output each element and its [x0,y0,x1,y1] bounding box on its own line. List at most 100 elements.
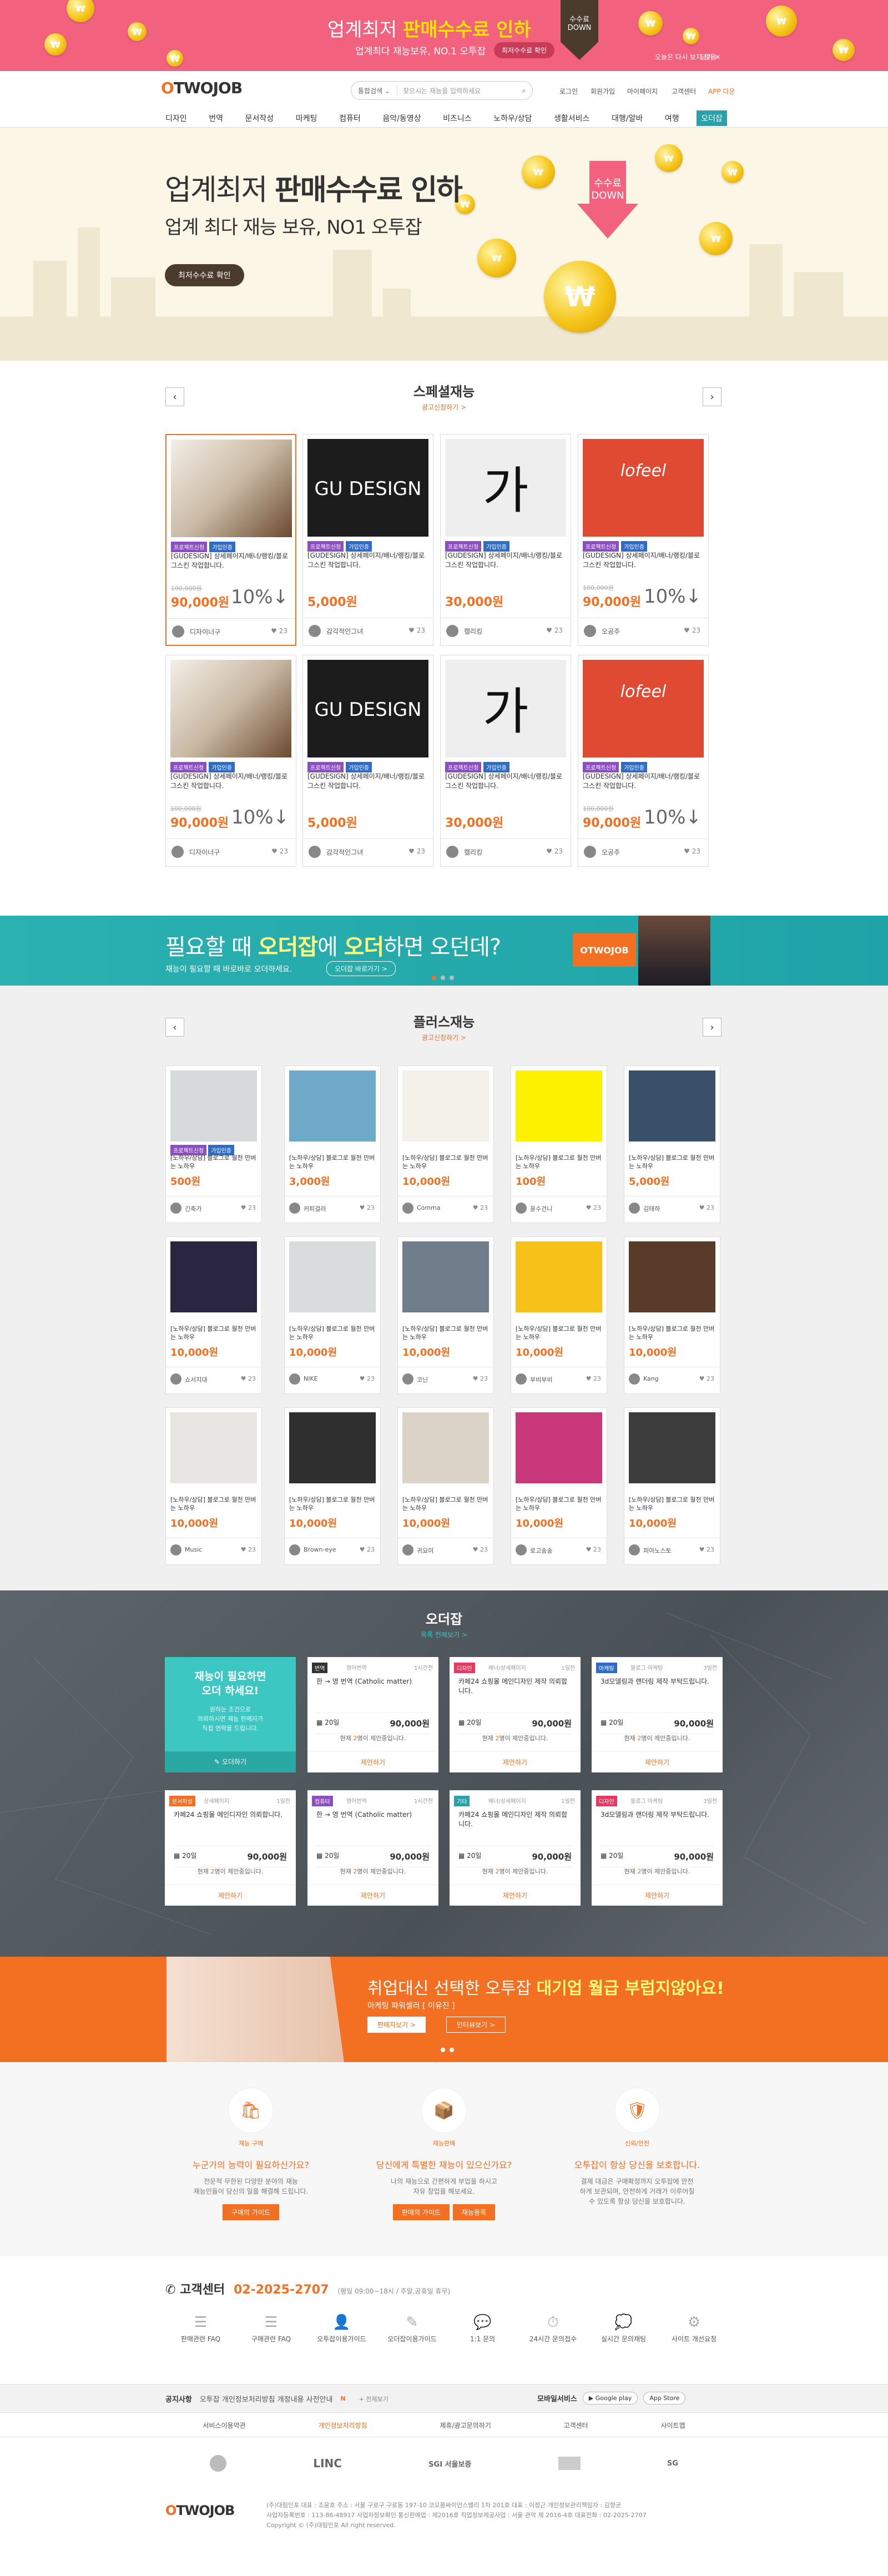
special-card[interactable]: 프로젝트신청 가입인증 [GUDESIGN] 상세페이지/배너/랭킹/블로그스킨 작… [165,434,296,646]
like-count[interactable]: ♥ 23 [360,1375,375,1382]
like-count[interactable]: ♥ 23 [684,847,700,855]
plus-card[interactable]: [노하우/상담] 블로그로 월천 만버는 노하우 3,000원 커피걸러 ♥ 23 [284,1065,381,1223]
heart-icon[interactable]: ♥ [586,1204,593,1211]
heart-icon[interactable]: ♥ [271,627,279,635]
heart-icon[interactable]: ♥ [271,847,280,855]
customer-link[interactable]: 💭 실시간 문의채팅 [588,2314,659,2343]
like-count[interactable]: ♥ 23 [241,1375,256,1382]
heart-icon[interactable]: ♥ [699,1375,707,1382]
special-card[interactable]: 프로젝트신청 가입인증 [GUDESIGN] 상세페이지/배너/랭킹/블로그스킨 작… [165,655,296,867]
order-card[interactable]: 컴퓨터 영어번역 1시간전 한 → 영 번역 (Catholic matter) ▦ 2… [307,1790,438,1906]
plus-card[interactable]: [노하우/상담] 블로그로 월천 만버는 노하우 10,000원 귀요미 ♥ 23 [397,1407,494,1565]
propose-button[interactable]: 제안하기 [450,1751,581,1772]
footer-link[interactable]: 고객센터 [564,2421,588,2430]
chevron-left-icon[interactable]: ‹ [165,387,184,406]
like-count[interactable]: ♥ 23 [360,1546,375,1553]
customer-center-link[interactable]: 고객센터 [672,87,696,96]
order-card[interactable]: 번역 영어번역 1시간전 한 → 영 번역 (Catholic matter) ▦ 20… [307,1657,438,1772]
feature-button[interactable]: 구매의 가이드 [222,2204,280,2220]
pager-dot[interactable] [450,2048,454,2052]
like-count[interactable]: ♥ 23 [473,1204,488,1211]
view-seller-button[interactable]: 판매자보기 > [367,2017,426,2033]
plus-card[interactable]: [노하우/상담] 블로그로 월천 만버는 노하우 10,000원 부비부비 ♥ 23 [511,1236,607,1394]
heart-icon[interactable]: ♥ [473,1204,480,1211]
feature-button[interactable]: 재능등록 [452,2204,496,2220]
customer-link[interactable]: 💬 1:1 문의 [447,2314,518,2343]
heart-icon[interactable]: ♥ [546,627,554,634]
promo-button[interactable]: 오더잡 바로가기 > [326,961,396,976]
login-link[interactable]: 로그인 [559,87,578,96]
like-count[interactable]: ♥ 23 [699,1375,714,1382]
propose-button[interactable]: 제안하기 [450,1885,581,1906]
nav-item[interactable]: 마케팅 [291,110,322,126]
plus-card[interactable]: [노하우/상담] 블로그로 월천 만버는 노하우 10,000원 Music ♥ 23 [165,1407,262,1565]
chevron-left-icon[interactable]: ‹ [165,1018,184,1037]
special-card[interactable]: lofeel 프로젝트신청 가입인증 [GUDESIGN] 상세페이지/배너/랭킹/블… [578,434,709,646]
plus-card[interactable]: [노하우/상담] 블로그로 월천 만버는 노하우 10,000원 코닌 ♥ 23 [397,1236,494,1394]
propose-button[interactable]: 제안하기 [307,1885,438,1906]
customer-link[interactable]: ✎ 오더잡이용가이드 [377,2314,447,2343]
search-category-select[interactable]: 통합검색 ⌄ [351,85,398,95]
heart-icon[interactable]: ♥ [241,1375,248,1382]
plus-card[interactable]: [노하우/상담] 블로그로 월천 만버는 노하우 10,000원 쇼서지대 ♥ 23 [165,1236,262,1394]
footer-link[interactable]: 개인정보처리방침 [318,2421,367,2430]
nav-item[interactable]: 노하우/상담 [489,110,536,126]
heart-icon[interactable]: ♥ [408,847,417,855]
app-store-button[interactable]: App Store [643,2392,686,2405]
like-count[interactable]: ♥ 23 [241,1546,256,1553]
mypage-link[interactable]: 마이페이지 [627,87,658,96]
google-play-button[interactable]: ▶ Google play [582,2392,638,2405]
nav-item[interactable]: 번역 [204,110,228,126]
top-banner-button[interactable]: 최저수수료 확인 [494,42,555,58]
order-card[interactable]: 디자인 블로그 마케팅 3일전 3d모델링과 랜더링 제작 부탁드립니다. ▦ 20일 9… [592,1790,723,1906]
order-card[interactable]: 기타 배너/상세페이지 1일전 카페24 쇼핑몰 메인디자인 제작 의뢰합니다. ▦ 2… [450,1790,581,1906]
order-now-button[interactable]: ✎ 오더하기 [165,1751,296,1772]
heart-icon[interactable]: ♥ [473,1546,480,1553]
plus-card[interactable]: [노하우/상담] 블로그로 월천 만버는 노하우 10,000원 로고송송 ♥ 23 [511,1407,607,1565]
special-card[interactable]: GU DESIGN 프로젝트신청 가입인증 [GUDESIGN] 상세페이지/배너/랭… [302,655,433,867]
plus-card[interactable]: [노하우/상담] 블로그로 월천 만버는 노하우 10,000원 Brown-eye… [284,1407,381,1565]
like-count[interactable]: ♥ 23 [473,1375,488,1382]
like-count[interactable]: ♥ 23 [546,847,563,855]
heart-icon[interactable]: ♥ [473,1375,480,1382]
like-count[interactable]: ♥ 23 [546,627,563,634]
order-card[interactable]: 디자인 배너/상세페이지 1일전 카페24 쇼핑몰 메인디자인 제작 의뢰합니다. ▦ … [450,1657,581,1772]
chevron-right-icon[interactable]: › [703,1018,722,1037]
propose-button[interactable]: 제안하기 [307,1751,438,1772]
plus-card[interactable]: [노하우/상담] 블로그로 월천 만버는 노하우 10,000원 Kang ♥ 23 [624,1236,720,1394]
nav-item[interactable]: 문서작성 [241,110,279,126]
pager-dot[interactable] [432,2048,436,2052]
view-interview-button[interactable]: 인터뷰보기 > [446,2017,506,2033]
logo[interactable]: OTWOJOB [161,79,243,97]
like-count[interactable]: ♥ 23 [699,1204,714,1211]
like-count[interactable]: ♥ 23 [408,627,425,634]
like-count[interactable]: ♥ 23 [586,1546,601,1553]
close-banner-button[interactable]: 닫기 ✕ [700,52,720,62]
order-card[interactable]: 마케팅 블로그 마케팅 3일전 3d모델링과 랜더링 제작 부탁드립니다. ▦ 20일 9… [592,1657,723,1772]
nav-item[interactable]: 컴퓨터 [335,110,365,126]
like-count[interactable]: ♥ 23 [699,1546,714,1553]
pager-dot[interactable] [450,976,454,980]
heart-icon[interactable]: ♥ [360,1375,367,1382]
plus-ad-link[interactable]: 광고신청하기 > [161,1033,727,1042]
propose-button[interactable]: 제안하기 [592,1751,723,1772]
plus-card[interactable]: [노하우/상담] 블로그로 월천 만버는 노하우 10,000원 피아노스토 ♥ 23 [624,1407,720,1565]
special-card[interactable]: GU DESIGN 프로젝트신청 가입인증 [GUDESIGN] 상세페이지/배너/랭… [302,434,433,646]
heart-icon[interactable]: ♥ [586,1546,593,1553]
heart-icon[interactable]: ♥ [241,1546,248,1553]
notice-link[interactable]: 오투잡 개인정보처리방침 개정내용 사전안내 [200,2393,333,2404]
like-count[interactable]: ♥ 23 [360,1204,375,1211]
plus-card[interactable]: [노하우/상담] 블로그로 월천 만버는 노하우 5,000원 김태하 ♥ 23 [624,1065,720,1223]
nav-item[interactable]: 디자인 [161,110,191,126]
heart-icon[interactable]: ♥ [586,1375,593,1382]
special-card[interactable]: lofeel 프로젝트신청 가입인증 [GUDESIGN] 상세페이지/배너/랭킹/블… [578,655,709,867]
like-count[interactable]: ♥ 23 [271,627,287,635]
propose-button[interactable]: 제안하기 [165,1885,296,1906]
heart-icon[interactable]: ♥ [699,1204,707,1211]
heart-icon[interactable]: ♥ [699,1546,707,1553]
nav-item[interactable]: 생활서비스 [549,110,594,126]
like-count[interactable]: ♥ 23 [586,1375,601,1382]
heart-icon[interactable]: ♥ [408,627,417,634]
like-count[interactable]: ♥ 23 [271,847,288,855]
app-download-link[interactable]: APP 다운 [708,87,735,96]
